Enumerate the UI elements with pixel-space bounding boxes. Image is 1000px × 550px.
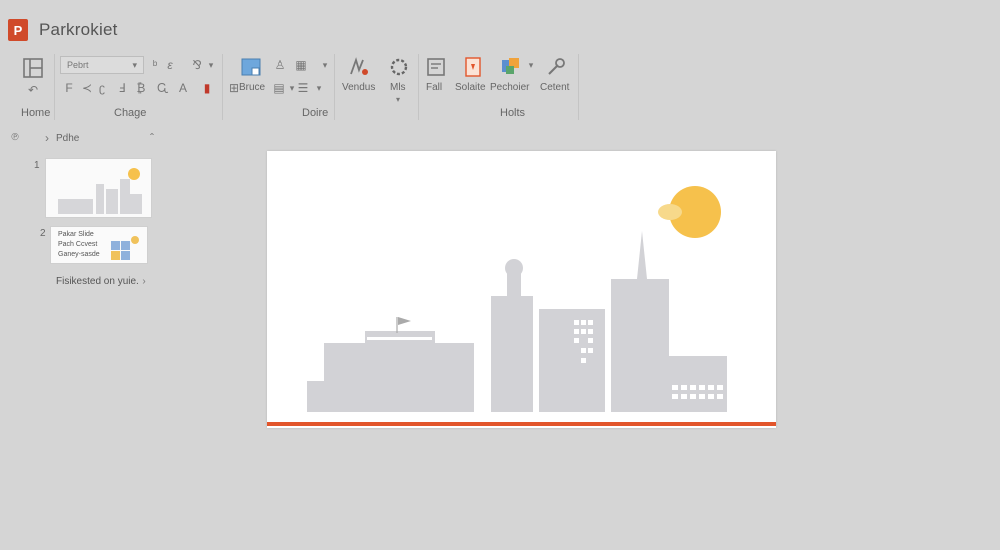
app-logo: P [8, 19, 28, 41]
chevron-down-icon: ▾ [132, 59, 137, 70]
font-dropdown-value: Pebrt [67, 60, 89, 70]
pechoier-button[interactable]: Pechoier [490, 82, 529, 93]
grid-icon[interactable]: ▤ [272, 81, 286, 95]
chevron-up-icon[interactable]: ˆ [145, 131, 159, 145]
align-icon[interactable]: ☰ [296, 81, 310, 95]
fall-button[interactable]: Fall [426, 82, 442, 93]
separator [222, 54, 223, 120]
group-label-holts: Holts [500, 107, 526, 119]
solaite-button[interactable]: Solaite [455, 82, 486, 93]
chevron-right-icon[interactable]: › [137, 275, 151, 289]
slide-thumbnail-2[interactable]: Pakar Slide Pach Ccvest Ganey-sasde [50, 226, 148, 264]
thumb-line-3: Ganey-sasde [58, 251, 100, 258]
font-dropdown[interactable]: Pebrt ▾ [60, 56, 144, 74]
pane-footer-link[interactable]: Fisikested on yuie. [56, 276, 139, 287]
presentation-app: P Parkrokiet ↶ Home Pebrt ▾ ᵇ ε ⅋ ▾ F ≺ … [0, 0, 1000, 550]
title-bar: P Parkrokiet [0, 0, 1000, 44]
separator [334, 54, 335, 120]
cetent-button[interactable]: Cetent [540, 82, 569, 93]
brush-icon[interactable]: ⅋ [190, 58, 204, 72]
pechoier-icon[interactable] [500, 56, 522, 78]
strikethrough-icon[interactable]: Ⅎ [115, 81, 129, 95]
separator [578, 54, 579, 120]
pane-header-title: Pdhe [56, 133, 80, 144]
separator [54, 54, 55, 120]
chevron-down-icon[interactable]: ▾ [524, 58, 538, 72]
thumb-chart-icon [111, 235, 141, 266]
highlight-icon[interactable]: ₿ [134, 81, 148, 95]
chevron-down-icon[interactable]: ▾ [312, 81, 326, 95]
mls-button[interactable]: Mls [390, 82, 406, 93]
italic-icon[interactable]: ε [163, 58, 177, 72]
thumb-line-2: Pach Ccvest [58, 241, 98, 248]
main-slide[interactable] [267, 151, 776, 428]
separator [418, 54, 419, 120]
bruce-button[interactable]: Bruce [239, 82, 265, 93]
font-color-icon[interactable]: F [62, 81, 76, 95]
chevron-right-icon[interactable]: › [40, 131, 54, 145]
outline-icon[interactable]: ℗ [8, 131, 22, 145]
slide-number-2: 2 [40, 228, 46, 239]
chevron-down-icon[interactable]: ▾ [391, 93, 405, 107]
group-label-home: Home [21, 107, 51, 119]
picture-icon[interactable] [240, 56, 262, 78]
text-a-icon[interactable]: A [176, 81, 190, 95]
group-label-chage: Chage [114, 107, 147, 119]
font-size-icon[interactable]: Ꮹ [156, 81, 170, 95]
slide-number-1: 1 [34, 160, 40, 171]
layout-icon[interactable] [22, 57, 44, 79]
color-fill-icon[interactable]: ▮ [200, 81, 214, 95]
group-label-doire: Doire [302, 107, 329, 119]
bold-toggle-icon[interactable]: ᵇ [148, 58, 162, 72]
slide-thumbnail-1[interactable] [45, 158, 152, 218]
arrow-left-icon[interactable]: ≺ [80, 81, 94, 95]
thumb-line-1: Pakar Slide [58, 231, 94, 238]
chevron-down-icon[interactable]: ▾ [204, 58, 218, 72]
slide-doc-icon[interactable] [462, 56, 484, 78]
vendus-icon[interactable] [348, 56, 370, 78]
vendus-button[interactable]: Vendus [342, 82, 375, 93]
undo-icon[interactable]: ↶ [26, 83, 40, 97]
shapes-icon[interactable]: ♙ [273, 58, 287, 72]
slide-accent-bar [267, 422, 776, 426]
arrow-icon[interactable]: ʗ [95, 81, 109, 95]
wand-icon[interactable] [545, 56, 567, 78]
document-icon[interactable] [425, 56, 447, 78]
loop-icon[interactable] [388, 56, 410, 78]
chevron-down-icon[interactable]: ▾ [318, 58, 332, 72]
table-icon[interactable]: ▦ [294, 58, 308, 72]
app-title: Parkrokiet [39, 20, 118, 39]
slide-illustration [267, 186, 776, 426]
